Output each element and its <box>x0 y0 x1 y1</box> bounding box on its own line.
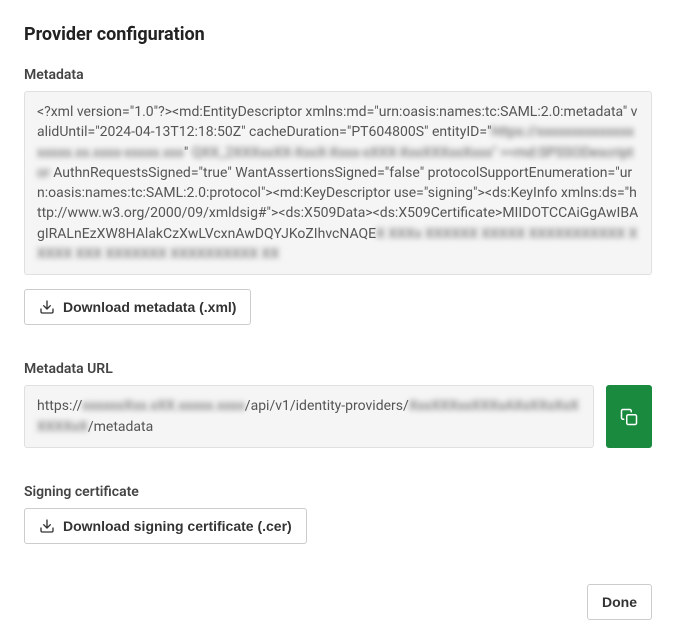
download-signing-certificate-button[interactable]: Download signing certificate (.cer) <box>24 508 307 544</box>
metadata-url-label: Metadata URL <box>24 361 652 377</box>
metadata-content: <?xml version="1.0"?><md:EntityDescripto… <box>24 91 652 275</box>
page-title: Provider configuration <box>24 24 652 45</box>
download-signing-certificate-label: Download signing certificate (.cer) <box>63 518 292 534</box>
download-icon <box>39 518 55 534</box>
download-icon <box>39 299 55 315</box>
metadata-url-content: https://xxxxxxXxx.xXX.xxxxx.xxxx/api/v1/… <box>24 385 594 448</box>
signing-certificate-section: Signing certificate Download signing cer… <box>24 484 652 544</box>
download-metadata-label: Download metadata (.xml) <box>63 299 236 315</box>
metadata-label: Metadata <box>24 67 652 83</box>
copy-icon <box>620 408 638 426</box>
signing-certificate-label: Signing certificate <box>24 484 652 500</box>
metadata-url-section: Metadata URL https://xxxxxxXxx.xXX.xxxxx… <box>24 361 652 448</box>
metadata-section: Metadata <?xml version="1.0"?><md:Entity… <box>24 67 652 325</box>
done-label: Done <box>602 594 637 610</box>
copy-url-button[interactable] <box>606 385 652 448</box>
download-metadata-button[interactable]: Download metadata (.xml) <box>24 289 251 325</box>
done-button[interactable]: Done <box>587 584 652 620</box>
footer: Done <box>24 584 652 620</box>
redacted-text: xxxxxxXxx.xXX.xxxxx.xxxx <box>82 398 244 414</box>
